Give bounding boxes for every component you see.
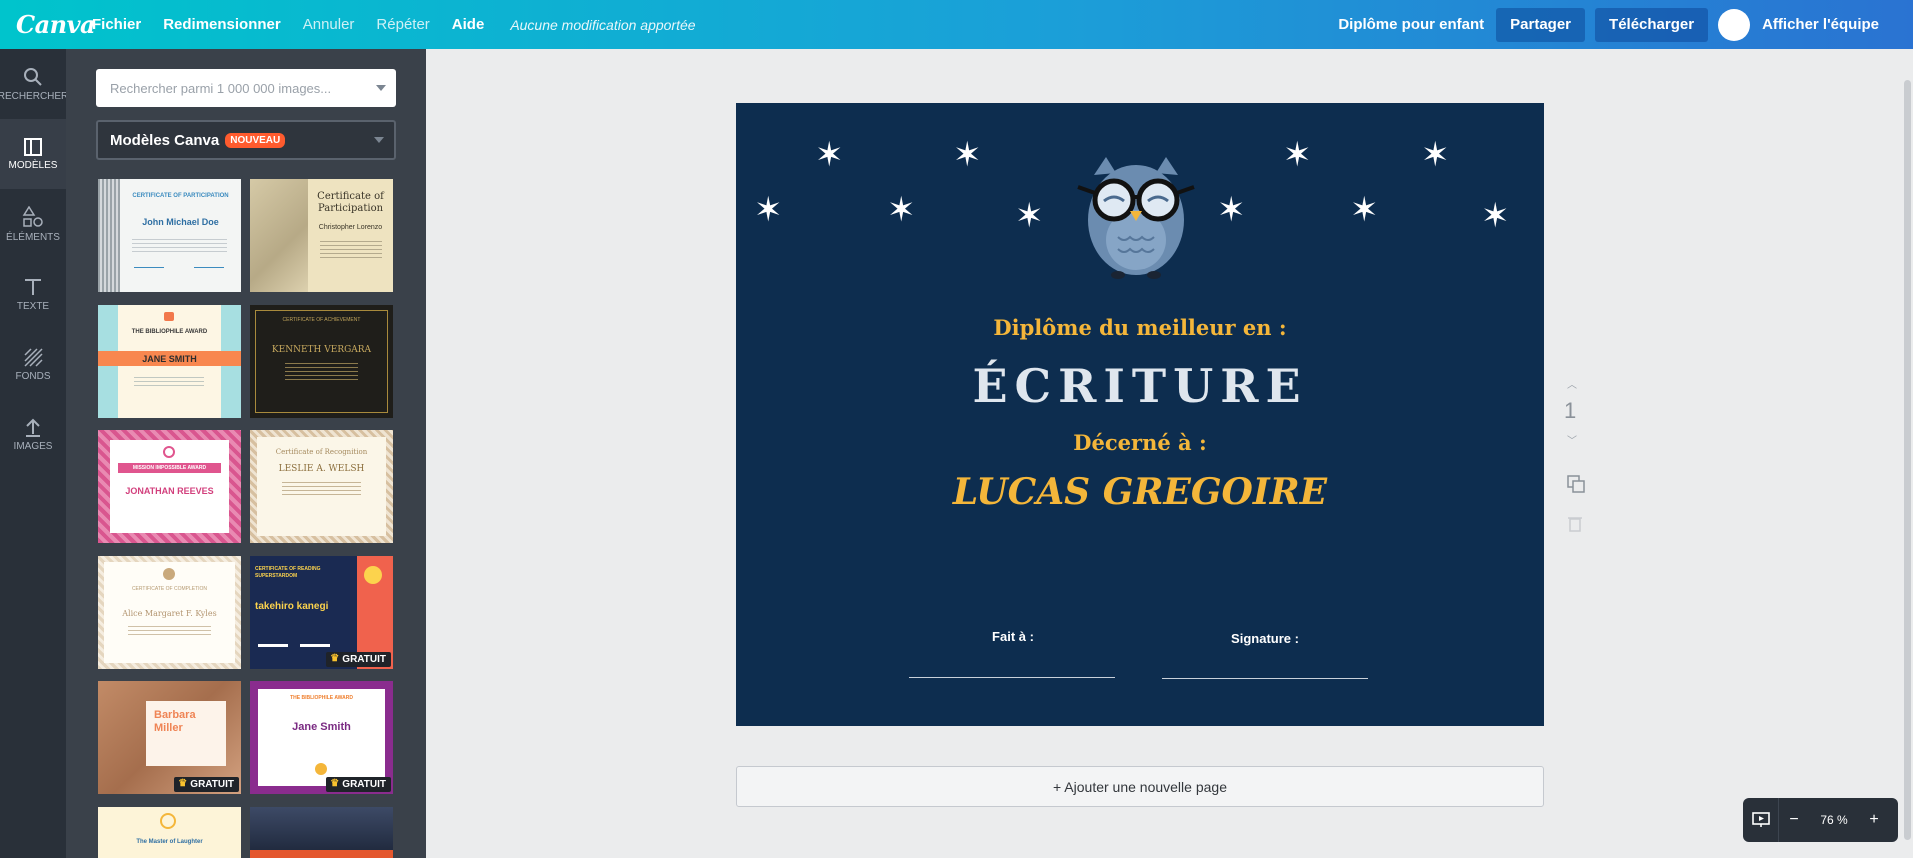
shapes-icon bbox=[22, 205, 43, 227]
image-search-input[interactable]: Rechercher parmi 1 000 000 images... bbox=[96, 69, 396, 107]
document-title[interactable]: Diplôme pour enfant bbox=[1338, 16, 1484, 33]
owl-illustration bbox=[1077, 157, 1195, 279]
star-icon: ✶ bbox=[1015, 197, 1044, 235]
star-icon: ✶ bbox=[754, 191, 783, 229]
menu-resize[interactable]: Redimensionner bbox=[163, 16, 281, 33]
star-icon: ✶ bbox=[887, 191, 916, 229]
zoom-in-button[interactable]: + bbox=[1859, 811, 1889, 829]
download-button[interactable]: Télécharger bbox=[1595, 7, 1709, 42]
rail-text[interactable]: TEXTE bbox=[0, 259, 66, 329]
share-button[interactable]: Partager bbox=[1496, 7, 1586, 42]
template-thumbnail[interactable]: CERTIFICATE OF ACHIEVEMENT KENNETH VERGA… bbox=[250, 305, 393, 418]
background-icon bbox=[24, 347, 43, 367]
search-placeholder: Rechercher parmi 1 000 000 images... bbox=[110, 80, 332, 96]
certificate-recipient[interactable]: LUCAS GREGOIRE bbox=[736, 471, 1544, 513]
templates-panel: Rechercher parmi 1 000 000 images... Mod… bbox=[66, 49, 426, 858]
free-badge: GRATUIT bbox=[326, 777, 391, 792]
save-status: Aucune modification apportée bbox=[510, 16, 696, 33]
star-icon: ✶ bbox=[815, 136, 844, 174]
star-icon: ✶ bbox=[1217, 191, 1246, 229]
design-canvas[interactable]: ✶ ✶ ✶ ✶ ✶ ✶ ✶ ✶ ✶ ✶ Diplôme du meilleur … bbox=[736, 103, 1544, 726]
search-icon bbox=[24, 67, 42, 86]
trash-icon[interactable] bbox=[1566, 514, 1584, 532]
top-bar: Canva Fichier Redimensionner Annuler Rép… bbox=[0, 0, 1913, 49]
certificate-intro[interactable]: Diplôme du meilleur en : bbox=[736, 315, 1544, 340]
upload-icon bbox=[26, 418, 40, 437]
template-thumbnail[interactable]: THE BIBLIOPHILE AWARD JANE SMITH bbox=[98, 305, 241, 418]
chevron-up-icon[interactable]: ︿ bbox=[1567, 376, 1577, 391]
certificate-subject[interactable]: ÉCRITURE bbox=[736, 359, 1544, 413]
rail-elements-label: ÉLÉMENTS bbox=[6, 231, 60, 243]
text-icon bbox=[25, 278, 41, 295]
rail-templates-label: MODÈLES bbox=[8, 159, 58, 171]
template-thumbnail[interactable]: CERTIFICATE OF PARTICIPATION John Michae… bbox=[98, 179, 241, 292]
canvas-scrollbar[interactable] bbox=[1904, 80, 1911, 840]
new-badge: NOUVEAU bbox=[225, 132, 286, 148]
certificate-awarded-to[interactable]: Décerné à : bbox=[736, 430, 1544, 455]
signature-label[interactable]: Signature : bbox=[1165, 631, 1365, 646]
star-icon: ✶ bbox=[1283, 136, 1312, 174]
zoom-out-button[interactable]: − bbox=[1779, 811, 1809, 829]
signature-line bbox=[1162, 678, 1368, 679]
dropdown-label: Modèles Canva bbox=[110, 131, 220, 149]
menu-help[interactable]: Aide bbox=[452, 16, 485, 33]
present-button[interactable] bbox=[1743, 798, 1779, 842]
template-thumbnail[interactable]: THE BIBLIOPHILE AWARD Jane Smith GRATUIT bbox=[250, 681, 393, 794]
template-thumbnail[interactable]: MISSION IMPOSSIBLE AWARD JONATHAN REEVES bbox=[98, 430, 241, 543]
rail-backgrounds-label: FONDS bbox=[15, 370, 51, 382]
add-page-button[interactable]: + Ajouter une nouvelle page bbox=[736, 766, 1544, 807]
page-number: 1 bbox=[1564, 398, 1577, 423]
zoom-controls: − 76 % + bbox=[1743, 798, 1898, 842]
template-thumbnail[interactable] bbox=[250, 807, 393, 858]
rail-templates[interactable]: MODÈLES bbox=[0, 119, 66, 189]
menu-file[interactable]: Fichier bbox=[92, 16, 141, 33]
duplicate-page-icon[interactable] bbox=[1566, 474, 1586, 494]
rail-search[interactable]: RECHERCHER bbox=[0, 49, 69, 119]
free-badge: GRATUIT bbox=[174, 777, 239, 792]
template-thumbnail[interactable]: Certificate of Participation Christopher… bbox=[250, 179, 393, 292]
team-avatar bbox=[1718, 8, 1751, 41]
rail-uploads[interactable]: IMAGES bbox=[0, 399, 66, 469]
rail-backgrounds[interactable]: FONDS bbox=[0, 329, 66, 399]
left-rail: RECHERCHER MODÈLES ÉLÉMENTS TEXTE FONDS … bbox=[0, 49, 69, 858]
template-thumbnail[interactable]: CERTIFICATE OF COMPLETION Alice Margaret… bbox=[98, 556, 241, 669]
template-thumbnail[interactable]: Certificate of Recognition LESLIE A. WEL… bbox=[250, 430, 393, 543]
free-badge: GRATUIT bbox=[326, 652, 391, 667]
star-icon: ✶ bbox=[1481, 197, 1510, 235]
templates-dropdown[interactable]: Modèles Canva NOUVEAU bbox=[96, 120, 396, 160]
star-icon: ✶ bbox=[1421, 136, 1450, 174]
layout-icon bbox=[24, 137, 42, 156]
template-thumbnail[interactable]: The Master of Laughter bbox=[98, 807, 241, 858]
canva-logo[interactable]: Canva bbox=[16, 10, 96, 39]
menu-redo[interactable]: Répéter bbox=[376, 16, 429, 33]
chevron-down-icon bbox=[376, 85, 386, 91]
template-thumbnail[interactable]: Barbara Miller GRATUIT bbox=[98, 681, 241, 794]
show-team-button[interactable]: Afficher l'équipe bbox=[1718, 8, 1879, 41]
chevron-down-icon[interactable]: ﹀ bbox=[1567, 432, 1577, 447]
show-team-label: Afficher l'équipe bbox=[1762, 16, 1879, 33]
menu-undo[interactable]: Annuler bbox=[303, 16, 355, 33]
place-line bbox=[909, 677, 1115, 678]
template-thumbnail[interactable]: CERTIFICATE OF READING SUPERSTARDOM take… bbox=[250, 556, 393, 669]
place-label[interactable]: Fait à : bbox=[913, 629, 1113, 644]
present-icon bbox=[1751, 812, 1770, 827]
chevron-down-icon bbox=[374, 137, 384, 143]
rail-text-label: TEXTE bbox=[16, 300, 50, 312]
zoom-level: 76 % bbox=[1820, 813, 1848, 827]
star-icon: ✶ bbox=[1350, 191, 1379, 229]
rail-search-label: RECHERCHER bbox=[0, 90, 69, 102]
rail-elements[interactable]: ÉLÉMENTS bbox=[0, 189, 66, 259]
rail-uploads-label: IMAGES bbox=[13, 440, 53, 452]
star-icon: ✶ bbox=[953, 136, 982, 174]
